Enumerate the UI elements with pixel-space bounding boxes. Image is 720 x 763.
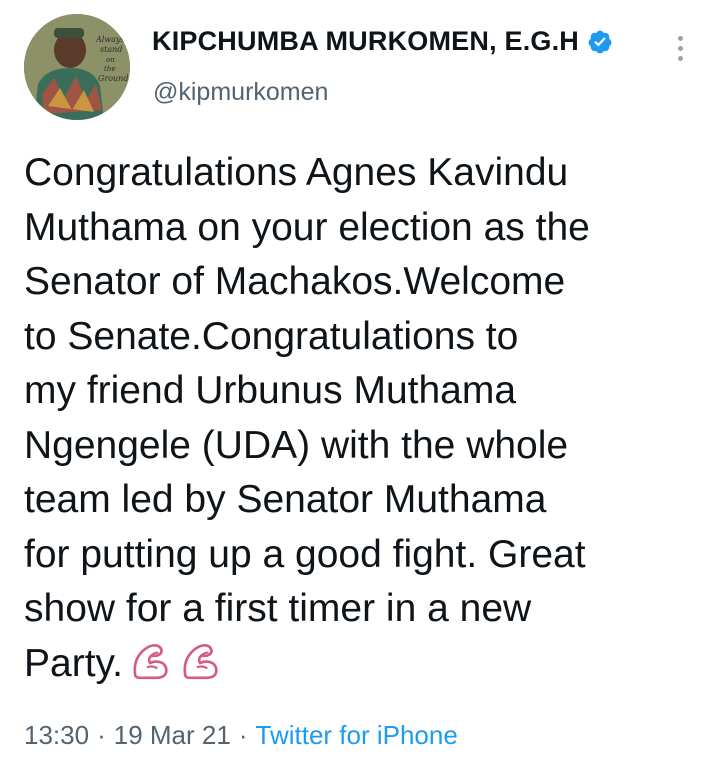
- svg-text:Ground: Ground: [98, 74, 128, 83]
- tweet-text: Congratulations Agnes Kavindu Muthama on…: [24, 146, 694, 691]
- more-dot: [677, 55, 683, 61]
- tweet-header: Always stand on the Ground KIPCHUMBA MUR…: [0, 0, 720, 130]
- avatar[interactable]: Always stand on the Ground: [24, 14, 130, 120]
- meta-separator: ·: [97, 720, 106, 750]
- tweet-date[interactable]: 19 Mar 21: [114, 720, 231, 751]
- emoji-group: [129, 640, 221, 682]
- flexed-biceps-icon: [183, 643, 218, 679]
- more-options-icon[interactable]: [662, 28, 698, 68]
- tweet-body: Congratulations Agnes Kavindu Muthama on…: [24, 151, 590, 685]
- svg-text:on: on: [106, 56, 115, 64]
- tweet-time[interactable]: 13:30: [24, 720, 89, 751]
- meta-separator: ·: [238, 720, 248, 750]
- svg-text:Always: Always: [95, 35, 125, 44]
- tweet-source-link[interactable]: Twitter for iPhone: [256, 720, 458, 751]
- author-handle[interactable]: @kipmurkomen: [153, 78, 328, 107]
- display-name[interactable]: KIPCHUMBA MURKOMEN, E.G.H: [152, 26, 579, 57]
- author-name-row[interactable]: KIPCHUMBA MURKOMEN, E.G.H: [152, 26, 613, 57]
- tweet-meta: 13:30 · 19 Mar 21 · Twitter for iPhone: [24, 720, 458, 751]
- svg-text:stand: stand: [100, 45, 122, 54]
- verified-badge-icon: [588, 30, 612, 53]
- flexed-biceps-icon: [133, 643, 168, 679]
- more-dot: [677, 45, 683, 51]
- svg-text:the: the: [104, 65, 115, 73]
- avatar-image: Always stand on the Ground: [24, 14, 130, 120]
- more-dot: [677, 35, 683, 41]
